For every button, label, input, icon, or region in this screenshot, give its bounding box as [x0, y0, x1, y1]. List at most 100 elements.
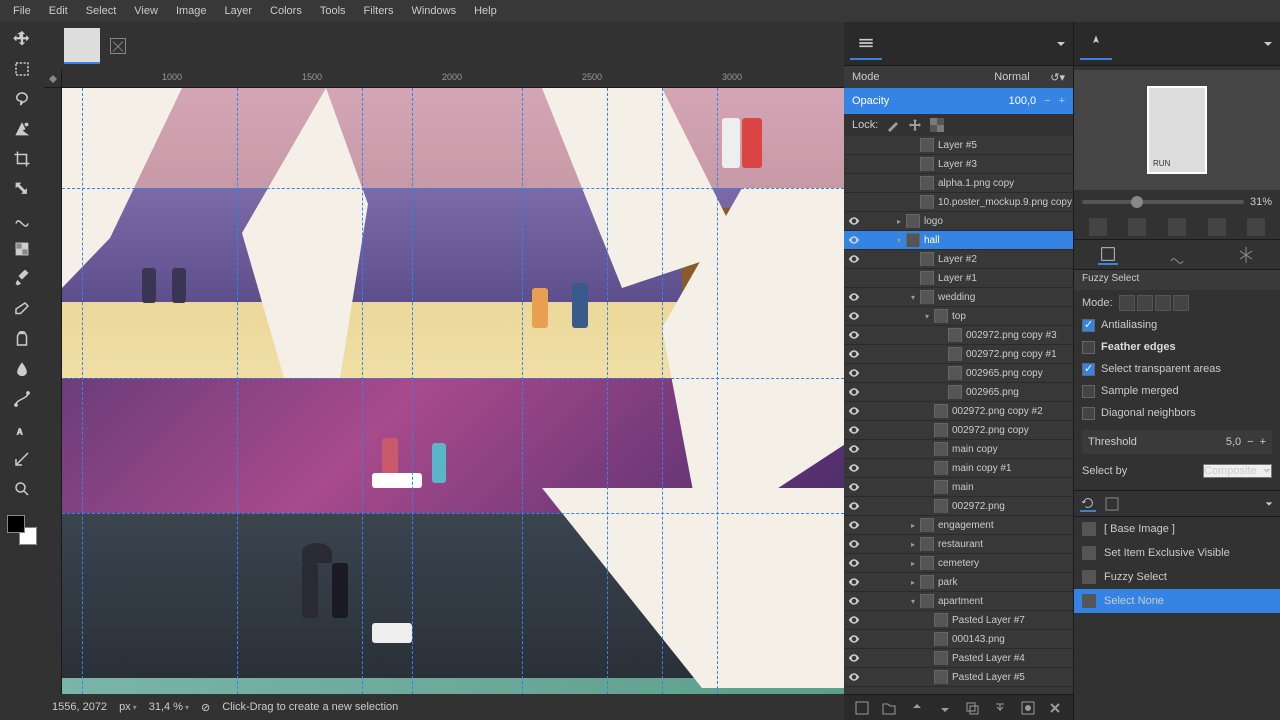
layer-name[interactable]: 002972.png copy #1: [966, 349, 1073, 360]
layer-row[interactable]: 002965.png: [844, 383, 1073, 402]
expand-toggle[interactable]: ▸: [906, 559, 920, 568]
select-by-dropdown[interactable]: Composite: [1203, 464, 1272, 478]
zoom-in-icon[interactable]: [1128, 218, 1146, 236]
expand-toggle[interactable]: ▸: [892, 217, 906, 226]
crop-tool[interactable]: [8, 146, 36, 172]
navigation-tab-icon[interactable]: [1080, 28, 1112, 60]
clone-tool[interactable]: [8, 326, 36, 352]
layer-row[interactable]: 002972.png: [844, 497, 1073, 516]
status-unit-dropdown[interactable]: px: [119, 701, 137, 713]
layer-name[interactable]: cemetery: [938, 558, 1073, 569]
menu-file[interactable]: File: [5, 2, 39, 20]
expand-toggle[interactable]: ▾: [906, 293, 920, 302]
visibility-eye-icon[interactable]: [844, 310, 864, 322]
measure-tool[interactable]: [8, 446, 36, 472]
layer-row[interactable]: alpha.1.png copy: [844, 174, 1073, 193]
layer-row[interactable]: ▸restaurant: [844, 535, 1073, 554]
undo-history-item[interactable]: [ Base Image ]: [1074, 517, 1280, 541]
navigation-preview[interactable]: [1074, 70, 1280, 190]
layer-name[interactable]: Layer #5: [938, 140, 1073, 151]
bucket-fill-tool[interactable]: [8, 236, 36, 262]
layer-name[interactable]: apartment: [938, 596, 1073, 607]
layer-row[interactable]: ▸park: [844, 573, 1073, 592]
layer-row[interactable]: Layer #1: [844, 269, 1073, 288]
tool-options-tab-icon[interactable]: [1098, 245, 1118, 265]
layer-name[interactable]: 002965.png copy: [966, 368, 1073, 379]
panel-menu-icon[interactable]: [1262, 38, 1274, 50]
ruler-horizontal[interactable]: 10001500200025003000: [62, 70, 844, 88]
visibility-eye-icon[interactable]: [844, 576, 864, 588]
smudge-tool[interactable]: [8, 356, 36, 382]
cancel-icon[interactable]: ⊘: [201, 701, 210, 714]
visibility-eye-icon[interactable]: [844, 253, 864, 265]
undo-history-item[interactable]: Set Item Exclusive Visible: [1074, 541, 1280, 565]
visibility-eye-icon[interactable]: [844, 424, 864, 436]
images-tab-icon[interactable]: [1104, 496, 1120, 512]
visibility-eye-icon[interactable]: [844, 614, 864, 626]
text-tool[interactable]: A: [8, 416, 36, 442]
layer-name[interactable]: 002972.png copy #2: [952, 406, 1073, 417]
opacity-slider[interactable]: Opacity 100,0−+: [844, 88, 1073, 114]
zoom-out-icon[interactable]: [1089, 218, 1107, 236]
undo-history-list[interactable]: [ Base Image ]Set Item Exclusive Visible…: [1074, 517, 1280, 720]
layer-name[interactable]: engagement: [938, 520, 1073, 531]
layer-row[interactable]: Pasted Layer #5: [844, 668, 1073, 687]
layer-row[interactable]: main copy: [844, 440, 1073, 459]
canvas[interactable]: [62, 88, 844, 694]
expand-toggle[interactable]: ▾: [920, 312, 934, 321]
lock-position-icon[interactable]: [908, 118, 922, 132]
menu-image[interactable]: Image: [168, 2, 215, 20]
visibility-eye-icon[interactable]: [844, 291, 864, 303]
new-layer-icon[interactable]: [854, 700, 870, 716]
move-tool[interactable]: [8, 26, 36, 52]
visibility-eye-icon[interactable]: [844, 405, 864, 417]
layer-name[interactable]: wedding: [938, 292, 1073, 303]
color-swatches[interactable]: [4, 512, 40, 548]
layer-row[interactable]: Pasted Layer #7: [844, 611, 1073, 630]
visibility-eye-icon[interactable]: [844, 443, 864, 455]
menu-help[interactable]: Help: [466, 2, 505, 20]
layer-name[interactable]: 000143.png: [952, 634, 1073, 645]
layer-name[interactable]: main: [952, 482, 1073, 493]
zoom-tool[interactable]: [8, 476, 36, 502]
raise-layer-icon[interactable]: [909, 700, 925, 716]
path-tool[interactable]: [8, 386, 36, 412]
visibility-eye-icon[interactable]: [844, 633, 864, 645]
layer-name[interactable]: park: [938, 577, 1073, 588]
layer-name[interactable]: hall: [924, 235, 1073, 246]
visibility-eye-icon[interactable]: [844, 367, 864, 379]
transparent-checkbox[interactable]: [1082, 363, 1095, 376]
layer-name[interactable]: Layer #2: [938, 254, 1073, 265]
layer-row[interactable]: ▾ wedding: [844, 288, 1073, 307]
layer-name[interactable]: 10.poster_mockup.9.png copy: [938, 197, 1073, 208]
layer-row[interactable]: ▸ engagement: [844, 516, 1073, 535]
symmetry-tab-icon[interactable]: [1236, 245, 1256, 265]
lower-layer-icon[interactable]: [937, 700, 953, 716]
visibility-eye-icon[interactable]: [844, 481, 864, 493]
visibility-eye-icon[interactable]: [844, 234, 864, 246]
visibility-eye-icon[interactable]: [844, 386, 864, 398]
zoom-1to1-icon[interactable]: [1168, 218, 1186, 236]
diagonal-checkbox[interactable]: [1082, 407, 1095, 420]
layer-row[interactable]: 002972.png copy #3: [844, 326, 1073, 345]
duplicate-layer-icon[interactable]: [964, 700, 980, 716]
layer-name[interactable]: main copy: [952, 444, 1073, 455]
paintbrush-tool[interactable]: [8, 266, 36, 292]
zoom-slider[interactable]: [1082, 200, 1244, 204]
layer-row[interactable]: ▸ cemetery: [844, 554, 1073, 573]
menu-layer[interactable]: Layer: [217, 2, 261, 20]
image-tab-1[interactable]: [64, 28, 100, 64]
panel-menu-icon[interactable]: [1264, 499, 1274, 509]
layer-row[interactable]: Layer #2: [844, 250, 1073, 269]
panel-menu-icon[interactable]: [1055, 38, 1067, 50]
new-group-icon[interactable]: [881, 700, 897, 716]
layer-row[interactable]: ▾hall: [844, 231, 1073, 250]
expand-toggle[interactable]: ▸: [906, 521, 920, 530]
layer-row[interactable]: main copy #1: [844, 459, 1073, 478]
free-select-tool[interactable]: [8, 86, 36, 112]
layer-name[interactable]: 002972.png copy #3: [966, 330, 1073, 341]
visibility-eye-icon[interactable]: [844, 595, 864, 607]
zoom-fill-icon[interactable]: [1247, 218, 1265, 236]
expand-toggle[interactable]: ▾: [906, 597, 920, 606]
menu-filters[interactable]: Filters: [356, 2, 402, 20]
